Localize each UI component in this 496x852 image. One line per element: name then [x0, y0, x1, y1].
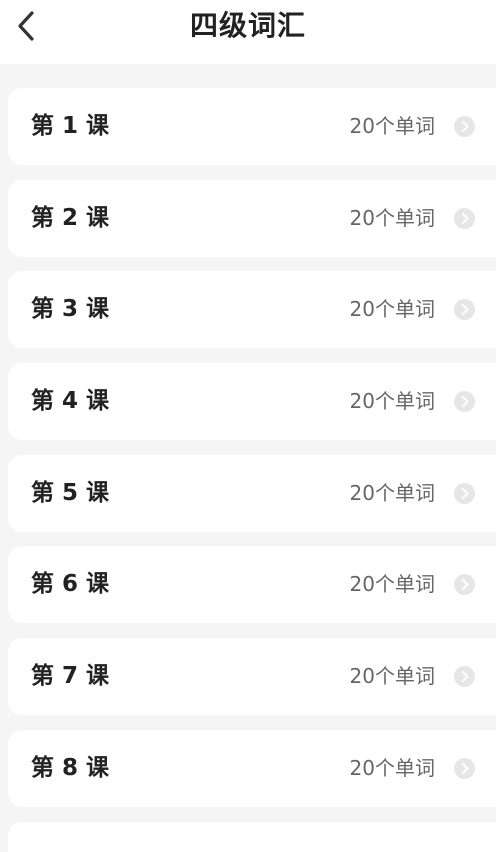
word-count: 20个单词 — [349, 755, 435, 780]
lesson-title: 第 5 课 — [31, 479, 110, 506]
page-title: 四级词汇 — [189, 9, 306, 42]
lesson-title: 第 1 课 — [31, 113, 110, 139]
chevron-right-circle-icon — [454, 757, 475, 779]
word-count: 20个单词 — [349, 572, 435, 597]
lesson-item[interactable]: 第 8 课 20个单词 — [8, 729, 496, 807]
lesson-title: 第 6 课 — [31, 571, 110, 598]
chevron-right-circle-icon — [454, 116, 475, 137]
lesson-title: 第 7 课 — [31, 663, 110, 690]
lesson-list: 第 1 课 20个单词 第 2 课 20个单词 第 3 课 20个单词 第 4 … — [8, 88, 496, 822]
chevron-right-circle-icon — [454, 299, 475, 321]
word-count: 20个单词 — [349, 205, 435, 230]
lesson-title: 第 4 课 — [31, 388, 110, 415]
lesson-item[interactable] — [8, 822, 496, 852]
lesson-item[interactable]: 第 1 课 20个单词 — [8, 88, 496, 165]
word-count: 20个单词 — [349, 389, 435, 414]
lesson-item[interactable]: 第 6 课 20个单词 — [8, 546, 496, 624]
word-count: 20个单词 — [349, 297, 435, 322]
lesson-item[interactable]: 第 4 课 20个单词 — [8, 363, 496, 441]
word-count: 20个单词 — [349, 114, 435, 138]
chevron-right-circle-icon — [454, 391, 475, 413]
lesson-title: 第 8 课 — [31, 754, 110, 781]
word-count: 20个单词 — [349, 480, 435, 505]
chevron-right-circle-icon — [454, 574, 475, 596]
chevron-right-circle-icon — [454, 482, 475, 504]
chevron-right-circle-icon — [454, 666, 475, 688]
lesson-item[interactable]: 第 3 课 20个单词 — [8, 271, 496, 349]
lesson-item[interactable]: 第 2 课 20个单词 — [8, 179, 496, 257]
lesson-item[interactable]: 第 5 课 20个单词 — [8, 454, 496, 532]
lesson-title: 第 2 课 — [31, 204, 110, 231]
header: 四级词汇 — [0, 0, 496, 64]
lesson-item[interactable]: 第 7 课 20个单词 — [8, 638, 496, 716]
word-count: 20个单词 — [349, 664, 435, 689]
chevron-right-circle-icon — [454, 207, 475, 229]
lesson-title: 第 3 课 — [31, 296, 110, 323]
